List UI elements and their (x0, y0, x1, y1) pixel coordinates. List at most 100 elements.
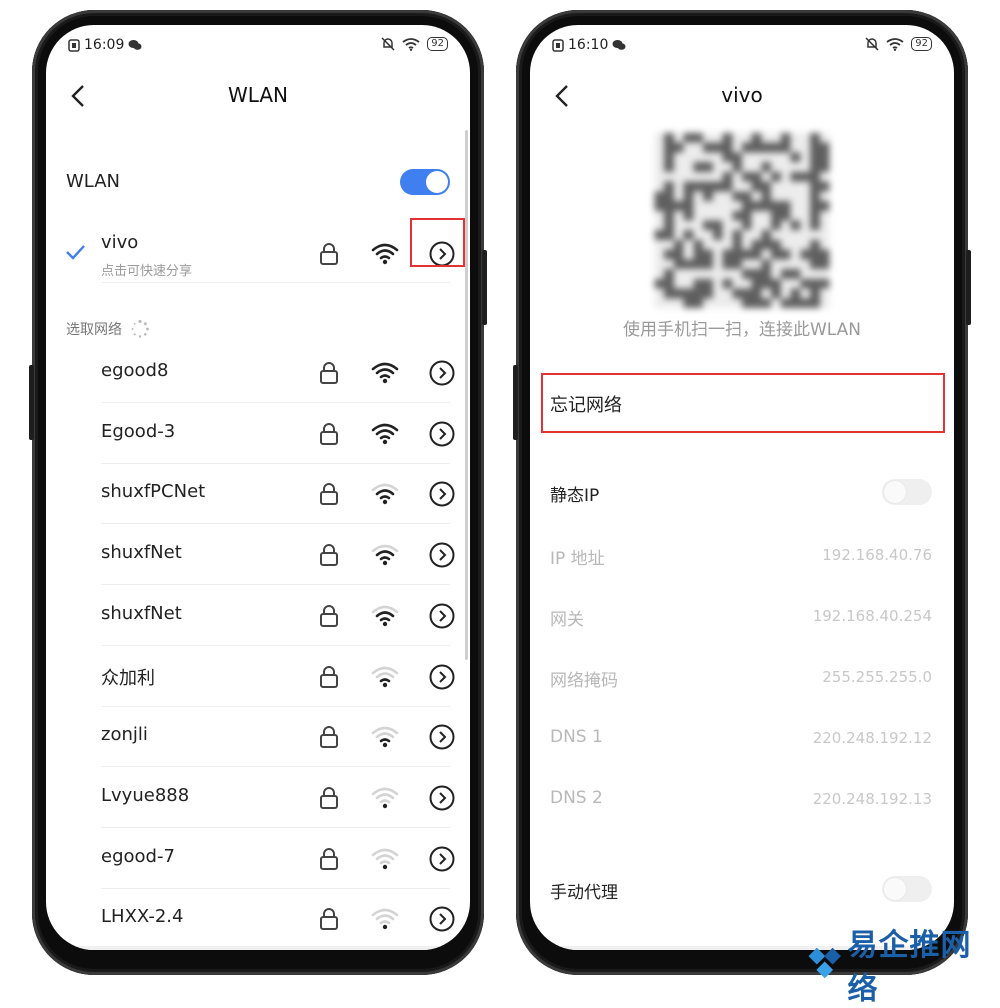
sim-icon (552, 38, 564, 52)
ip-detail-value: 220.248.192.12 (812, 729, 932, 747)
network-details-arrow-icon[interactable] (429, 603, 455, 629)
wifi-signal-icon (371, 605, 399, 626)
ip-detail-value: 192.168.40.254 (812, 607, 932, 625)
network-details-arrow-icon[interactable] (429, 664, 455, 690)
network-details-arrow-icon[interactable] (429, 846, 455, 872)
power-button (482, 250, 487, 325)
lock-icon (320, 908, 338, 931)
highlight-box-details-arrow (410, 218, 465, 267)
wlan-toggle[interactable] (400, 169, 450, 195)
network-name: egood-7 (101, 845, 175, 867)
qr-caption: 使用手机扫一扫，连接此WLAN (622, 320, 862, 340)
ip-detail-key: IP 地址 (550, 549, 605, 569)
connected-network-subtitle: 点击可快速分享 (101, 264, 193, 279)
wifi-signal-icon (371, 362, 399, 384)
ip-detail-row: IP 地址 192.168.40.76 (550, 536, 932, 576)
status-wifi-icon (886, 37, 904, 51)
network-details-arrow-icon[interactable] (429, 421, 455, 447)
network-row[interactable]: 众加利 (46, 647, 470, 707)
network-name: LHXX-2.4 (101, 906, 184, 928)
network-details-arrow-icon[interactable] (429, 481, 455, 507)
network-details-arrow-icon[interactable] (429, 785, 455, 811)
manual-proxy-toggle[interactable] (882, 876, 932, 902)
network-row[interactable]: shuxfPCNet (46, 464, 470, 525)
lock-icon (320, 665, 338, 688)
status-time: 16:10 (568, 37, 609, 53)
status-bar: 16:09 92 (46, 25, 470, 65)
volume-button (513, 365, 518, 440)
lock-icon (320, 422, 338, 445)
ip-detail-value: 220.248.192.13 (812, 790, 932, 808)
ip-detail-key: DNS 1 (550, 727, 603, 747)
page-title: WLAN (227, 83, 289, 107)
power-button (966, 250, 971, 325)
phone-right: 16:10 92 vivo 使用手机扫一扫，连接此WLAN 忘记网络 静态IP … (513, 10, 971, 975)
volume-button (29, 365, 34, 440)
toggle-knob (884, 481, 906, 503)
lock-icon (320, 243, 338, 265)
network-details-arrow-icon[interactable] (429, 724, 455, 750)
bottom-edge (46, 946, 470, 950)
phone-left: 16:09 92 WLAN WLAN vivo 点击可快速分享 选取网络 ego… (29, 10, 487, 975)
ip-detail-value: 255.255.255.0 (822, 668, 932, 686)
nav-bar: WLAN (46, 73, 470, 119)
wifi-signal-icon (371, 848, 399, 869)
lock-icon (320, 362, 338, 384)
mute-bell-icon (381, 37, 395, 51)
network-row[interactable]: egood-7 (46, 829, 470, 889)
wifi-signal-icon (371, 787, 399, 809)
network-name: 众加利 (101, 667, 155, 689)
wifi-signal-icon (371, 726, 399, 748)
battery-icon: 92 (911, 37, 932, 51)
network-row[interactable]: shuxfNet (46, 586, 470, 646)
network-row[interactable]: zonjli (46, 707, 470, 768)
wifi-signal-icon (371, 484, 399, 505)
highlight-box-forget-network (541, 373, 945, 433)
connected-network-row[interactable]: vivo 点击可快速分享 (46, 225, 470, 283)
wifi-signal-icon (371, 544, 399, 566)
nav-bar: vivo (530, 73, 954, 119)
network-details-arrow-icon[interactable] (429, 542, 455, 568)
network-row[interactable]: shuxfNet (46, 525, 470, 586)
network-row[interactable]: Lvyue888 (46, 768, 470, 828)
lock-icon (320, 604, 338, 627)
qr-code-image (654, 133, 830, 308)
ip-detail-value: 192.168.40.76 (822, 546, 932, 564)
ip-detail-row: DNS 2 220.248.192.13 (550, 780, 932, 820)
network-name: shuxfNet (101, 542, 182, 564)
section-label-text: 选取网络 (66, 322, 122, 338)
wifi-signal-icon (371, 243, 399, 265)
wifi-signal-icon (371, 909, 399, 930)
wlan-toggle-row: WLAN (66, 165, 450, 201)
network-name: egood8 (101, 360, 169, 381)
network-details-screen: 16:10 92 vivo 使用手机扫一扫，连接此WLAN 忘记网络 静态IP … (530, 25, 954, 950)
network-details-arrow-icon[interactable] (429, 360, 455, 386)
connected-network-name: vivo (101, 232, 139, 253)
lock-icon (320, 483, 338, 506)
network-name: shuxfNet (101, 602, 182, 624)
wlan-toggle-label: WLAN (66, 171, 121, 192)
wifi-signal-icon (371, 666, 399, 687)
manual-proxy-label: 手动代理 (550, 883, 618, 903)
wechat-icon (128, 40, 142, 50)
toggle-knob (884, 878, 906, 900)
wechat-icon (612, 40, 626, 50)
check-icon (66, 245, 85, 260)
ip-detail-row: 网络掩码 255.255.255.0 (550, 658, 932, 698)
ip-detail-row: DNS 1 220.248.192.12 (550, 719, 932, 759)
network-row[interactable]: LHXX-2.4 (46, 889, 470, 949)
battery-icon: 92 (427, 37, 448, 51)
watermark-logo-icon (808, 947, 841, 979)
mute-bell-icon (865, 37, 879, 51)
sim-icon (68, 38, 80, 52)
network-name: shuxfPCNet (101, 481, 206, 503)
wlan-settings-screen: 16:09 92 WLAN WLAN vivo 点击可快速分享 选取网络 ego… (46, 25, 470, 950)
network-row[interactable]: Egood-3 (46, 404, 470, 464)
section-label-available-networks: 选取网络 (66, 319, 150, 339)
ip-detail-row: 网关 192.168.40.254 (550, 597, 932, 637)
network-row[interactable]: egood8 (46, 343, 470, 403)
static-ip-toggle[interactable] (882, 479, 932, 505)
network-details-arrow-icon[interactable] (429, 906, 455, 932)
network-name: zonjli (101, 724, 148, 746)
divider (101, 282, 450, 283)
